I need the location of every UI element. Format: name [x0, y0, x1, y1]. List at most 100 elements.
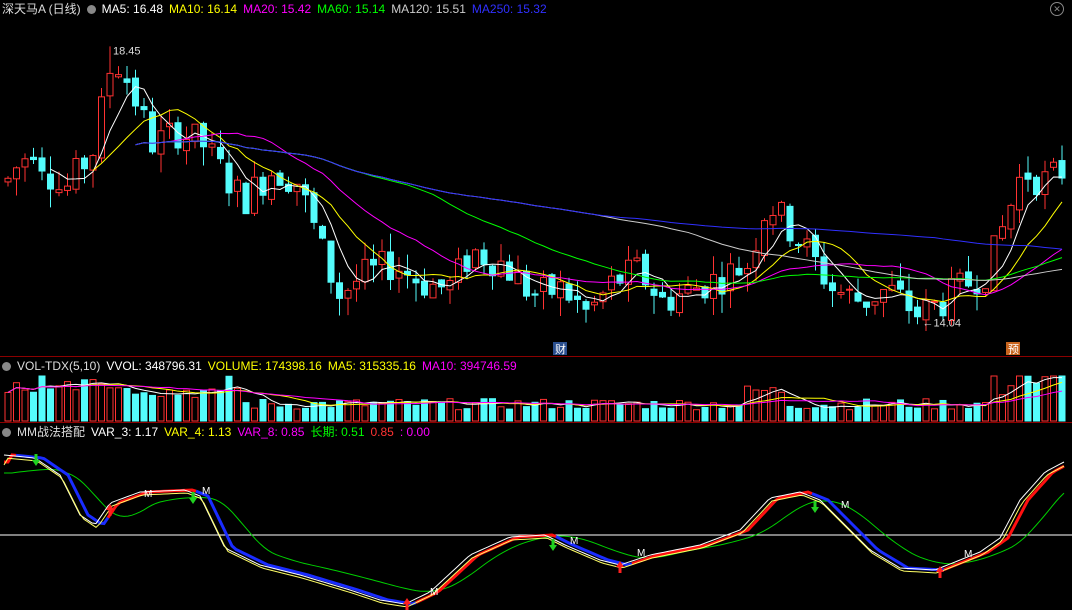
- var3-label: VAR_3: 1.17: [91, 425, 159, 439]
- volume-bar: [922, 398, 930, 422]
- close-icon[interactable]: ✕: [1050, 2, 1064, 16]
- var4-line: [3, 457, 1065, 608]
- candle-body: [531, 293, 539, 296]
- var8-label: VAR_8: 0.85: [237, 425, 305, 439]
- candle-body: [701, 286, 709, 299]
- volume-bar: [999, 394, 1006, 422]
- stock-title[interactable]: 深天马A (日线): [2, 2, 81, 16]
- volume-bar: [1050, 375, 1057, 422]
- volume-bar: [259, 399, 267, 422]
- volume-bar: [174, 394, 182, 422]
- candle-body: [259, 176, 267, 196]
- volume-bar: [965, 407, 972, 422]
- candle-body: [769, 214, 777, 226]
- vol-title[interactable]: VOL-TDX(5,10): [17, 359, 100, 373]
- settings-dot-icon[interactable]: [86, 5, 96, 14]
- candle-body: [242, 182, 250, 215]
- candle-body: [591, 301, 598, 306]
- candle-body: [633, 257, 641, 262]
- volume-bar: [667, 407, 675, 422]
- volume-bar: [752, 389, 760, 422]
- candle-body: [897, 280, 904, 290]
- candle-body: [659, 291, 666, 298]
- panel-separator: [0, 422, 1072, 423]
- candle-body: [820, 256, 828, 285]
- candle-body: [140, 106, 148, 111]
- candle-body: [429, 283, 437, 299]
- candle-body: [336, 282, 343, 299]
- candle-body: [778, 201, 785, 216]
- candle-body: [225, 162, 233, 194]
- settings-dot-icon[interactable]: [2, 362, 11, 371]
- candle-body: [846, 288, 853, 291]
- ma120-label: MA120: 15.51: [391, 2, 466, 16]
- volume-bar: [251, 407, 258, 422]
- red-value-label: 0.85: [370, 425, 394, 439]
- ma5-label: MA5: 16.48: [101, 2, 164, 16]
- volume-bar: [735, 404, 743, 422]
- forecast-tag-label: 预: [1008, 343, 1019, 356]
- candle-body: [47, 173, 54, 190]
- volume-bar: [795, 407, 802, 422]
- volume-bar: [523, 406, 530, 422]
- vol-ma5-label: MA5: 315335.16: [327, 359, 416, 373]
- settings-dot-icon[interactable]: [2, 428, 11, 437]
- volume-bar: [38, 375, 46, 422]
- volume-bar: [200, 389, 207, 422]
- volume-bar: [506, 408, 513, 422]
- volume-bar: [914, 407, 921, 422]
- volume-bar: [659, 407, 666, 422]
- volume-bar: [55, 385, 63, 422]
- mm-title[interactable]: MM战法搭配: [17, 425, 85, 439]
- volume-bar: [948, 408, 955, 422]
- candle-body: [650, 288, 658, 296]
- volume-bar: [905, 406, 913, 422]
- m-marker: M: [964, 549, 972, 560]
- ma10-label: MA10: 16.14: [169, 2, 238, 16]
- long-term-line: [4, 468, 1065, 592]
- volume-bar: [404, 401, 411, 422]
- candle-body: [1007, 204, 1015, 230]
- volume-bar: [591, 399, 598, 422]
- volume-bar: [217, 389, 224, 422]
- volume-bar: [370, 401, 377, 422]
- candle-body: [795, 243, 802, 246]
- buy-arrow-icon: [936, 566, 944, 578]
- candle-body: [565, 283, 573, 301]
- volume-bar: [463, 408, 471, 422]
- volume-bar: [208, 388, 216, 422]
- price-header: 深天马A (日线) MA5: 16.48 MA10: 16.14 MA20: 15.4…: [2, 1, 553, 17]
- candle-body: [234, 179, 241, 192]
- m-marker: M: [841, 500, 849, 511]
- candle-body: [72, 158, 80, 190]
- volume-bar: [812, 407, 819, 422]
- candle-body: [829, 282, 836, 292]
- candle-body: [863, 301, 870, 308]
- candle-body: [982, 288, 989, 293]
- ma60-line: [135, 140, 1063, 284]
- candle-body: [480, 249, 488, 265]
- ma60-label: MA60: 15.14: [317, 2, 386, 16]
- volume-bar: [412, 404, 420, 422]
- volume-bar: [361, 405, 369, 422]
- report-tag-label: 财: [555, 342, 566, 356]
- candle-body: [387, 251, 394, 281]
- volume-bar: [47, 388, 54, 422]
- volume-bar: [1041, 376, 1049, 422]
- volume-bar: [863, 398, 870, 422]
- volume-bar: [72, 389, 80, 422]
- candle-body: [837, 291, 845, 295]
- candle-body: [744, 268, 751, 275]
- candle-body: [914, 306, 921, 318]
- volume-bar: [310, 402, 318, 422]
- volume-bar: [285, 403, 292, 422]
- stock-chart: 18.45 ←14.04 财 预 M M M M M M M: [0, 45, 1072, 610]
- indicator-header: MM战法搭配 VAR_3: 1.17 VAR_4: 1.13 VAR_8: 0.85 长…: [2, 424, 436, 440]
- volume-bar: [64, 381, 71, 422]
- volume-bar: [234, 387, 241, 422]
- candle-body: [106, 72, 114, 97]
- volume-bar: [293, 408, 301, 422]
- volume-bar: [30, 391, 37, 422]
- volume-bar: [786, 405, 794, 422]
- candle-body: [1024, 172, 1032, 180]
